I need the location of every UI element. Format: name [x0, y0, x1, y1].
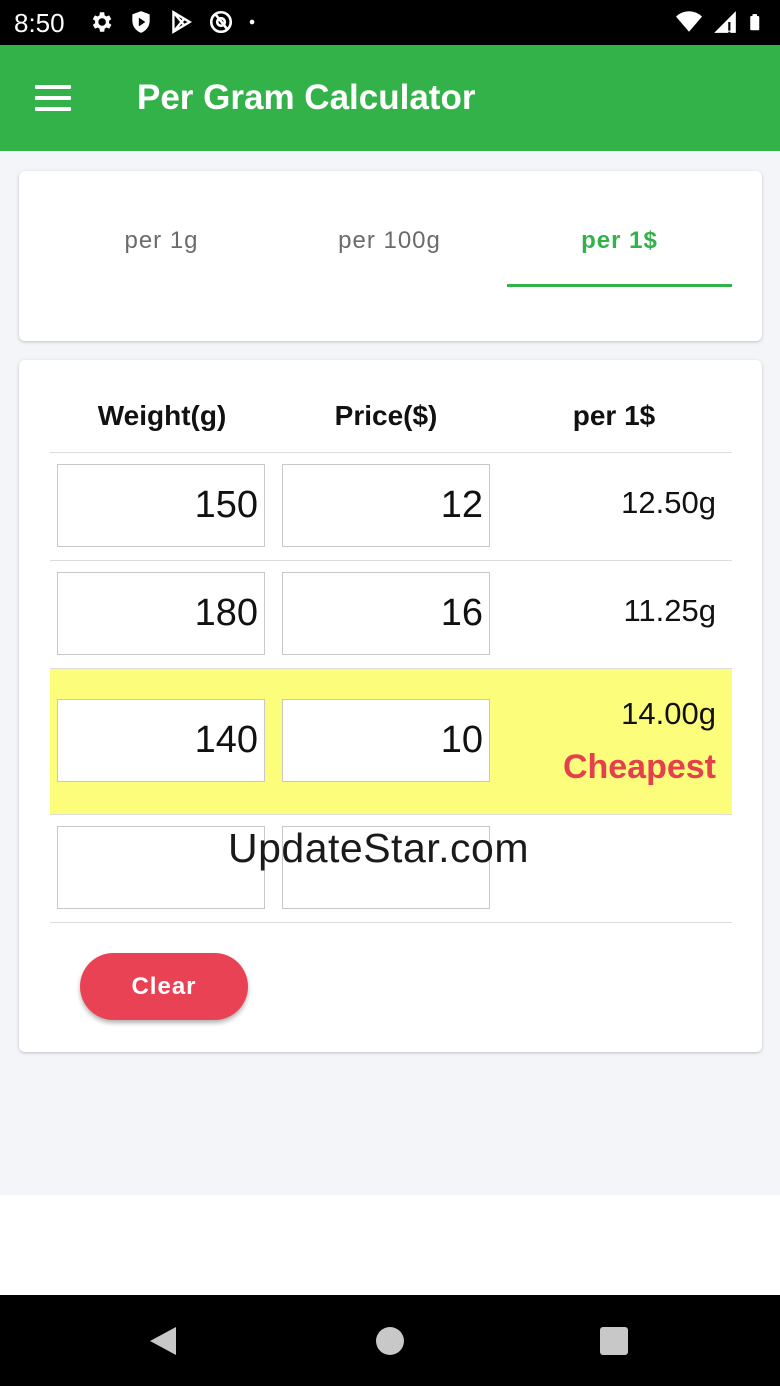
navigation-bar	[0, 1295, 780, 1386]
app-bar: Per Gram Calculator	[0, 45, 780, 151]
header-price: Price($)	[334, 400, 438, 431]
signal-icon	[714, 11, 736, 33]
status-time: 8:50	[14, 8, 65, 38]
blank-area	[0, 1195, 780, 1295]
watermark: UpdateStar.com	[228, 825, 529, 871]
weight-input[interactable]	[57, 572, 265, 655]
wifi-icon	[676, 11, 702, 32]
home-icon[interactable]	[374, 1325, 406, 1357]
shield-icon	[132, 11, 150, 33]
price-input[interactable]	[282, 572, 490, 655]
per-unit-result: 12.50g	[621, 485, 716, 520]
play-store-icon	[172, 10, 192, 34]
main-content: per 1g per 100g per 1$ Weight(g) Price($…	[0, 151, 780, 1195]
back-icon[interactable]	[147, 1325, 179, 1357]
per-unit-result: 11.25g	[623, 593, 716, 628]
table-row-cheapest: 14.00g Cheapest	[50, 668, 732, 814]
status-bar: 8:50	[0, 0, 780, 45]
clear-button[interactable]: Clear	[80, 953, 248, 1020]
per-unit-result: 14.00g	[621, 696, 716, 731]
at-icon	[209, 10, 233, 34]
header-per-unit: per 1$	[572, 400, 656, 431]
hamburger-menu-icon[interactable]	[35, 83, 71, 113]
cheapest-badge: Cheapest	[562, 748, 716, 786]
tab-per-1-dollar[interactable]: per 1$	[507, 221, 732, 287]
gear-icon	[92, 12, 112, 32]
unit-tabs-card: per 1g per 100g per 1$	[19, 171, 762, 341]
header-weight: Weight(g)	[97, 400, 227, 431]
table-row: 11.25g	[50, 560, 732, 668]
price-input[interactable]	[282, 699, 490, 782]
price-input[interactable]	[282, 464, 490, 547]
dot-icon	[249, 19, 255, 25]
tab-per-1g[interactable]: per 1g	[49, 221, 274, 285]
weight-input[interactable]	[57, 699, 265, 782]
recents-icon[interactable]	[598, 1325, 630, 1357]
calculator-table-card: Weight(g) Price($) per 1$ 12.50g 11.25g …	[19, 360, 762, 1052]
table-row: 12.50g	[50, 452, 732, 560]
weight-input[interactable]	[57, 464, 265, 547]
battery-icon	[750, 14, 760, 31]
tab-per-100g[interactable]: per 100g	[277, 221, 502, 285]
app-title: Per Gram Calculator	[137, 78, 476, 117]
